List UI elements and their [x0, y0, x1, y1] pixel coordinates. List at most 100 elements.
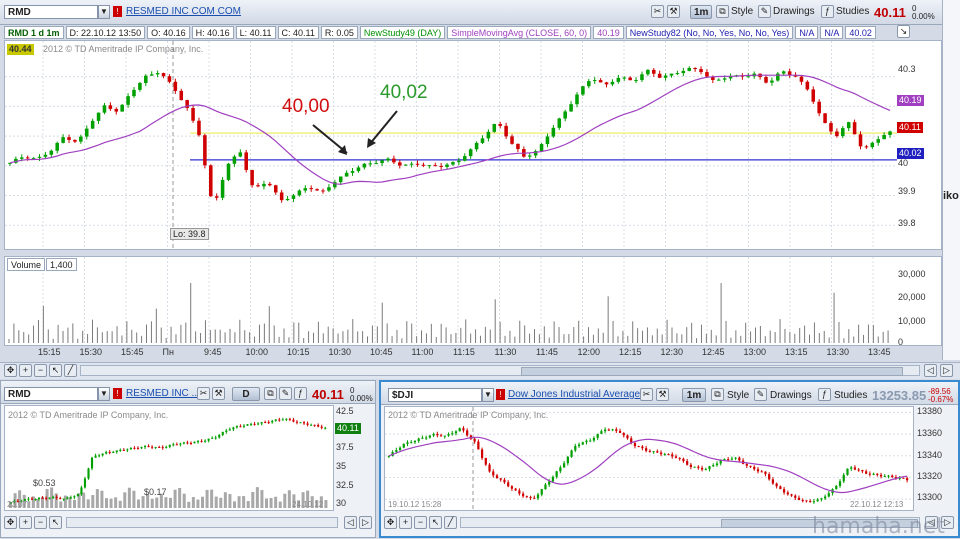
candle-body: [640, 74, 644, 81]
candle-body: [303, 188, 308, 191]
info-study2[interactable]: SimpleMovingAvg (CLOSE, 60, 0): [447, 25, 592, 39]
volume-panel[interactable]: [4, 256, 942, 346]
bl-scrollbar[interactable]: [66, 517, 338, 528]
watermark: hamaha.net: [812, 514, 945, 539]
zoom-out-icon[interactable]: −: [34, 364, 47, 377]
candle-body: [799, 76, 804, 82]
bl-alert-icon[interactable]: !: [113, 388, 122, 399]
br-drawings-button[interactable]: Drawings: [770, 390, 812, 401]
bl-wrench-icon[interactable]: ⚒: [212, 387, 225, 400]
candle-body: [883, 476, 886, 478]
candle-body: [705, 72, 709, 77]
collapse-icon[interactable]: ↘: [897, 25, 910, 38]
candle-body: [140, 447, 143, 449]
drawing-tool-icon[interactable]: ╱: [64, 364, 77, 377]
x-tick: 13:45: [868, 347, 891, 357]
br-price-chart: [385, 407, 913, 510]
bl-symbol-input[interactable]: RMD: [4, 387, 98, 401]
candle-body: [681, 70, 686, 74]
candle-body: [779, 486, 782, 490]
bl-expand-icon[interactable]: ▷: [359, 516, 372, 529]
wrench-icon[interactable]: ⚒: [667, 5, 680, 18]
timeframe-button[interactable]: 1m: [690, 5, 712, 19]
candle-body: [143, 446, 147, 448]
cursor-icon[interactable]: ↖: [49, 364, 62, 377]
candle-body: [474, 142, 479, 150]
bl-timeframe-button[interactable]: D: [232, 387, 260, 401]
bl-drawings-icon[interactable]: ✎: [279, 387, 292, 400]
alert-icon[interactable]: !: [113, 6, 122, 17]
br-zoom-in-icon[interactable]: +: [399, 516, 412, 529]
candle-body: [45, 497, 48, 499]
br-drawing-tool-icon[interactable]: ╱: [444, 516, 457, 529]
volume-tick: 0: [898, 337, 904, 347]
candle-body: [764, 471, 767, 475]
bl-symbol-dropdown-icon[interactable]: ▼: [98, 387, 110, 401]
br-studies-button[interactable]: Studies: [834, 390, 867, 401]
main-scrollbar-thumb[interactable]: [521, 367, 903, 376]
volume-bar: [123, 492, 127, 508]
candle-body: [563, 111, 567, 119]
candle-body: [274, 419, 277, 421]
candle-body: [598, 80, 603, 83]
br-symbol-input[interactable]: $DJI: [388, 388, 482, 402]
br-style-button[interactable]: Style: [727, 390, 749, 401]
zoom-in-icon[interactable]: +: [19, 364, 32, 377]
br-wrench-icon[interactable]: ⚒: [656, 388, 669, 401]
br-timeframe-button[interactable]: 1m: [682, 388, 706, 402]
br-chart-panel[interactable]: [384, 406, 914, 511]
main-scrollbar[interactable]: [80, 365, 920, 376]
pan-icon[interactable]: ✥: [4, 364, 17, 377]
x-tick: 11:15: [453, 347, 475, 357]
price-panel[interactable]: [4, 40, 942, 250]
candle-body: [285, 198, 290, 201]
scissors-icon[interactable]: ✂: [651, 5, 664, 18]
candle-body: [771, 479, 775, 484]
bl-scissors-icon[interactable]: ✂: [197, 387, 210, 400]
candle-body: [439, 435, 443, 437]
bl-fit-icon[interactable]: ◁: [344, 516, 357, 529]
candle-body: [249, 423, 253, 425]
br-zoom-out-icon[interactable]: −: [414, 516, 427, 529]
bl-pan-icon[interactable]: ✥: [4, 516, 17, 529]
volume-bar: [141, 496, 145, 508]
expand-icon[interactable]: ▷: [940, 364, 953, 377]
bl-company-link[interactable]: RESMED INC ...: [126, 388, 200, 399]
studies-button[interactable]: Studies: [836, 6, 869, 17]
x-tick: 13:15: [785, 347, 808, 357]
candle-body: [19, 157, 24, 159]
candle-body: [835, 131, 839, 137]
candle-body: [770, 80, 774, 83]
level-price-tag: 40.02: [897, 148, 924, 159]
bl-zoom-in-icon[interactable]: +: [19, 516, 32, 529]
br-symbol-dropdown-icon[interactable]: ▼: [482, 388, 494, 402]
volume-bar: [269, 498, 273, 508]
candle-body: [299, 422, 302, 424]
candle-body: [410, 442, 413, 444]
company-link[interactable]: RESMED INC COM COM: [126, 6, 241, 17]
drawings-button[interactable]: Drawings: [773, 6, 815, 17]
candle-body: [264, 422, 267, 424]
br-cursor-icon[interactable]: ↖: [429, 516, 442, 529]
br-company-link[interactable]: Dow Jones Industrial Average: [508, 389, 640, 400]
info-study3[interactable]: NewStudy82 (No, No, Yes, No, No, Yes): [625, 25, 794, 39]
br-alert-icon[interactable]: !: [496, 389, 505, 400]
info-high: H: 40.16: [191, 25, 234, 39]
candle-body: [857, 469, 860, 471]
bl-studies-icon[interactable]: ƒ: [294, 387, 307, 400]
bl-style-icon[interactable]: ⧉: [264, 387, 277, 400]
candle-body: [182, 442, 185, 444]
bl-cursor-icon[interactable]: ↖: [49, 516, 62, 529]
candle-body: [876, 473, 879, 475]
bl-zoom-out-icon[interactable]: −: [34, 516, 47, 529]
symbol-input[interactable]: RMD: [4, 5, 98, 19]
style-button[interactable]: Style: [731, 6, 753, 17]
candle-body: [380, 160, 384, 164]
bl-chart-panel[interactable]: [4, 405, 334, 511]
candle-body: [242, 425, 246, 427]
fit-icon[interactable]: ◁: [924, 364, 937, 377]
br-scissors-icon[interactable]: ✂: [640, 388, 653, 401]
br-pan-icon[interactable]: ✥: [384, 516, 397, 529]
info-study1[interactable]: NewStudy49 (DAY): [359, 25, 446, 39]
symbol-dropdown-icon[interactable]: ▼: [98, 5, 110, 19]
